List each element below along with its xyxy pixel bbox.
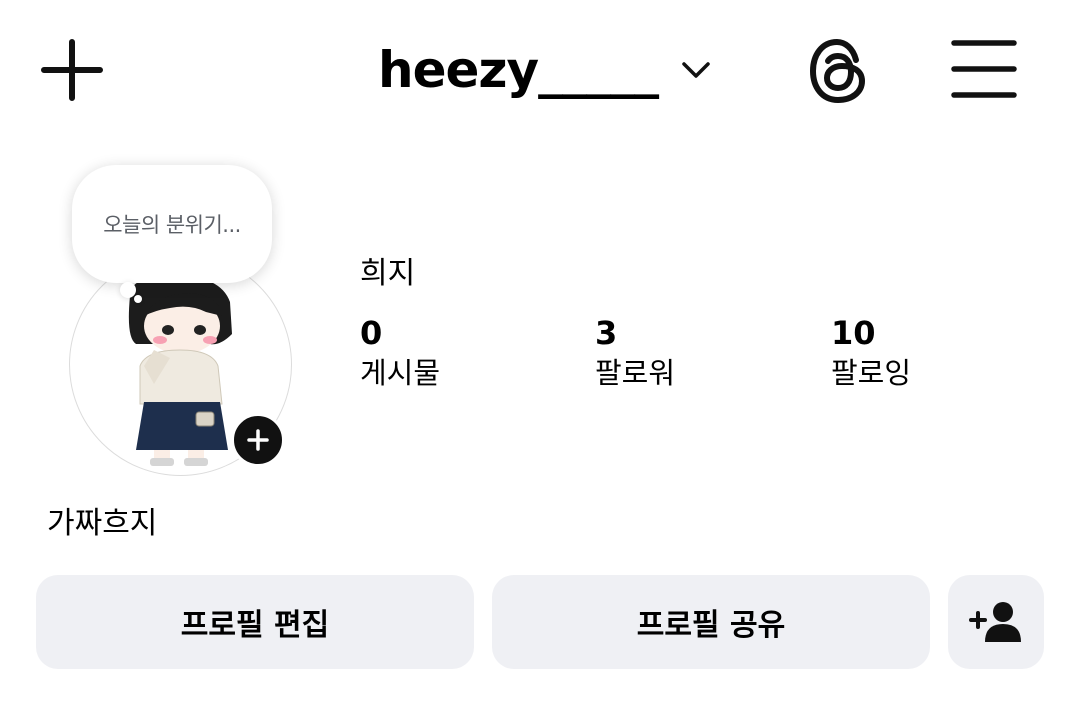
username: heezy_____ bbox=[378, 41, 659, 99]
edit-profile-button[interactable]: 프로필 편집 bbox=[36, 575, 474, 669]
display-name: 희지 bbox=[360, 256, 416, 291]
stat-posts[interactable]: 0 게시물 bbox=[360, 314, 440, 394]
discover-people-button[interactable] bbox=[948, 575, 1044, 669]
threads-icon bbox=[810, 39, 865, 103]
followers-count: 3 bbox=[595, 314, 618, 352]
share-profile-label: 프로필 공유 bbox=[636, 608, 786, 643]
bio-name: 가짜흐지 bbox=[47, 506, 158, 541]
plus-icon bbox=[247, 429, 269, 451]
plus-icon bbox=[41, 39, 103, 101]
threads-button[interactable] bbox=[806, 36, 872, 106]
posts-label: 게시물 bbox=[360, 356, 441, 391]
stat-following[interactable]: 10 팔로잉 bbox=[831, 314, 911, 394]
note-tail-small bbox=[134, 295, 142, 303]
note-bubble[interactable]: 오늘의 분위기... bbox=[72, 165, 272, 283]
note-text: 오늘의 분위기... bbox=[103, 213, 241, 237]
stat-followers[interactable]: 3 팔로워 bbox=[595, 314, 675, 394]
profile-page: heezy_____ 오늘의 분위기... 희지 0 게시물 3 팔로워 10 … bbox=[0, 0, 1080, 701]
following-label: 팔로잉 bbox=[831, 356, 912, 391]
account-switcher[interactable]: heezy_____ bbox=[378, 36, 712, 104]
add-person-icon bbox=[969, 602, 1021, 642]
posts-count: 0 bbox=[360, 314, 383, 352]
edit-profile-label: 프로필 편집 bbox=[180, 608, 330, 643]
chevron-down-icon bbox=[682, 62, 710, 78]
add-story-button[interactable] bbox=[231, 413, 285, 467]
followers-label: 팔로워 bbox=[595, 356, 676, 391]
menu-button[interactable] bbox=[950, 38, 1018, 100]
following-count: 10 bbox=[831, 314, 876, 352]
create-post-button[interactable] bbox=[38, 36, 106, 104]
note-tail bbox=[120, 282, 136, 298]
hamburger-menu-icon bbox=[951, 40, 1017, 98]
share-profile-button[interactable]: 프로필 공유 bbox=[492, 575, 930, 669]
